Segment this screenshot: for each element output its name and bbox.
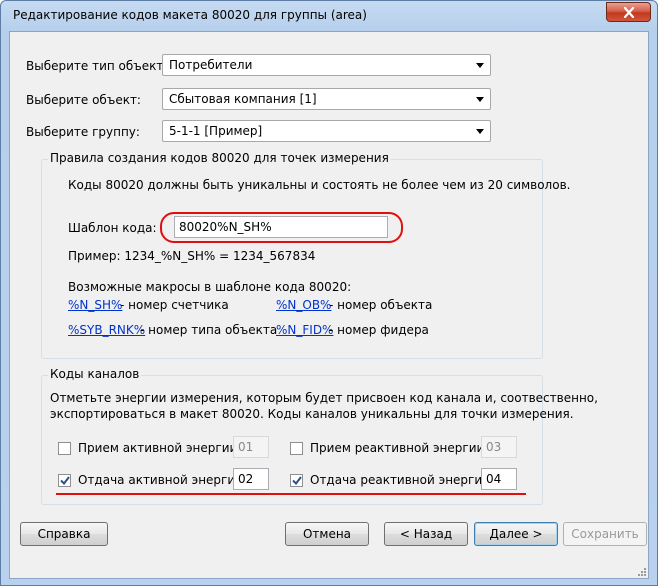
active-receive-code[interactable]: 01 [233, 436, 269, 458]
window-title: Редактирование кодов макета 80020 для гр… [13, 8, 367, 22]
group-value: 5-1-1 [Пример] [169, 124, 263, 138]
object-type-label: Выберите тип объекта: [26, 59, 175, 73]
macro-desc: - номер счетчика [120, 298, 229, 312]
rules-title: Правила создания кодов 80020 для точек и… [48, 151, 391, 165]
group-select[interactable]: 5-1-1 [Пример] [162, 120, 491, 142]
active-send-label: Отдача активной энергии: [78, 473, 247, 487]
macro-link-n-ob[interactable]: %N_OB% [276, 298, 331, 312]
template-label: Шаблон кода: [68, 221, 157, 235]
object-value: Сбытовая компания [1] [169, 92, 317, 106]
reactive-receive-code[interactable]: 03 [481, 436, 517, 458]
rules-note: Коды 80020 должны быть уникальны и состо… [68, 178, 571, 192]
reactive-receive-checkbox[interactable] [290, 442, 303, 455]
reactive-send-code[interactable]: 04 [481, 468, 517, 490]
save-button[interactable]: Сохранить [563, 522, 647, 546]
checkmark-icon [59, 476, 70, 485]
macro-desc: - номер объекта [329, 298, 433, 312]
channels-note-line1: Отметьте энергии измерения, которым буде… [50, 391, 598, 405]
channels-note-line2: экспортироваться в макет 80020. Коды кан… [50, 407, 574, 421]
object-type-select[interactable]: Потребители [162, 54, 491, 76]
template-example: Пример: 1234_%N_SH% = 1234_567834 [68, 249, 316, 263]
reactive-send-checkbox[interactable] [290, 474, 303, 487]
macro-desc: - номер типа объекта [140, 323, 278, 337]
macro-link-syb-rnk[interactable]: %SYB_RNK% [68, 323, 145, 337]
active-send-checkbox[interactable] [58, 474, 71, 487]
macro-desc: - номер фидера [329, 323, 429, 337]
title-bar[interactable]: Редактирование кодов макета 80020 для гр… [1, 1, 657, 31]
object-label: Выберите объект: [26, 93, 141, 107]
macros-title: Возможные макросы в шаблоне кода 80020: [68, 280, 352, 294]
cancel-button[interactable]: Отмена [285, 522, 369, 546]
object-select[interactable]: Сбытовая компания [1] [162, 88, 491, 110]
macro-link-n-sh[interactable]: %N_SH% [68, 298, 122, 312]
macro-link-n-fid[interactable]: %N_FID% [276, 323, 333, 337]
checkmark-icon [291, 476, 302, 485]
channels-title: Коды каналов [48, 367, 142, 381]
next-button[interactable]: Далее > [474, 522, 558, 546]
dialog-window: Редактирование кодов макета 80020 для гр… [0, 0, 658, 586]
resize-grip-icon[interactable] [636, 566, 646, 576]
close-button[interactable] [606, 2, 651, 22]
dialog-content: Выберите тип объекта: Потребители Выбери… [9, 31, 649, 579]
back-button[interactable]: < Назад [384, 522, 468, 546]
group-label: Выберите группу: [26, 125, 140, 139]
highlight-underline [56, 493, 526, 495]
active-receive-label: Прием активной энергии: [78, 441, 242, 455]
chevron-down-icon [476, 129, 484, 134]
highlight-oval [160, 212, 403, 243]
active-receive-checkbox[interactable] [58, 442, 71, 455]
reactive-receive-label: Прием реактивной энергии: [310, 441, 489, 455]
chevron-down-icon [476, 97, 484, 102]
close-icon [623, 6, 634, 18]
active-send-code[interactable]: 02 [233, 468, 269, 490]
chevron-down-icon [476, 63, 484, 68]
reactive-send-label: Отдача реактивной энергии: [310, 473, 494, 487]
help-button[interactable]: Справка [20, 522, 108, 546]
object-type-value: Потребители [169, 58, 253, 72]
